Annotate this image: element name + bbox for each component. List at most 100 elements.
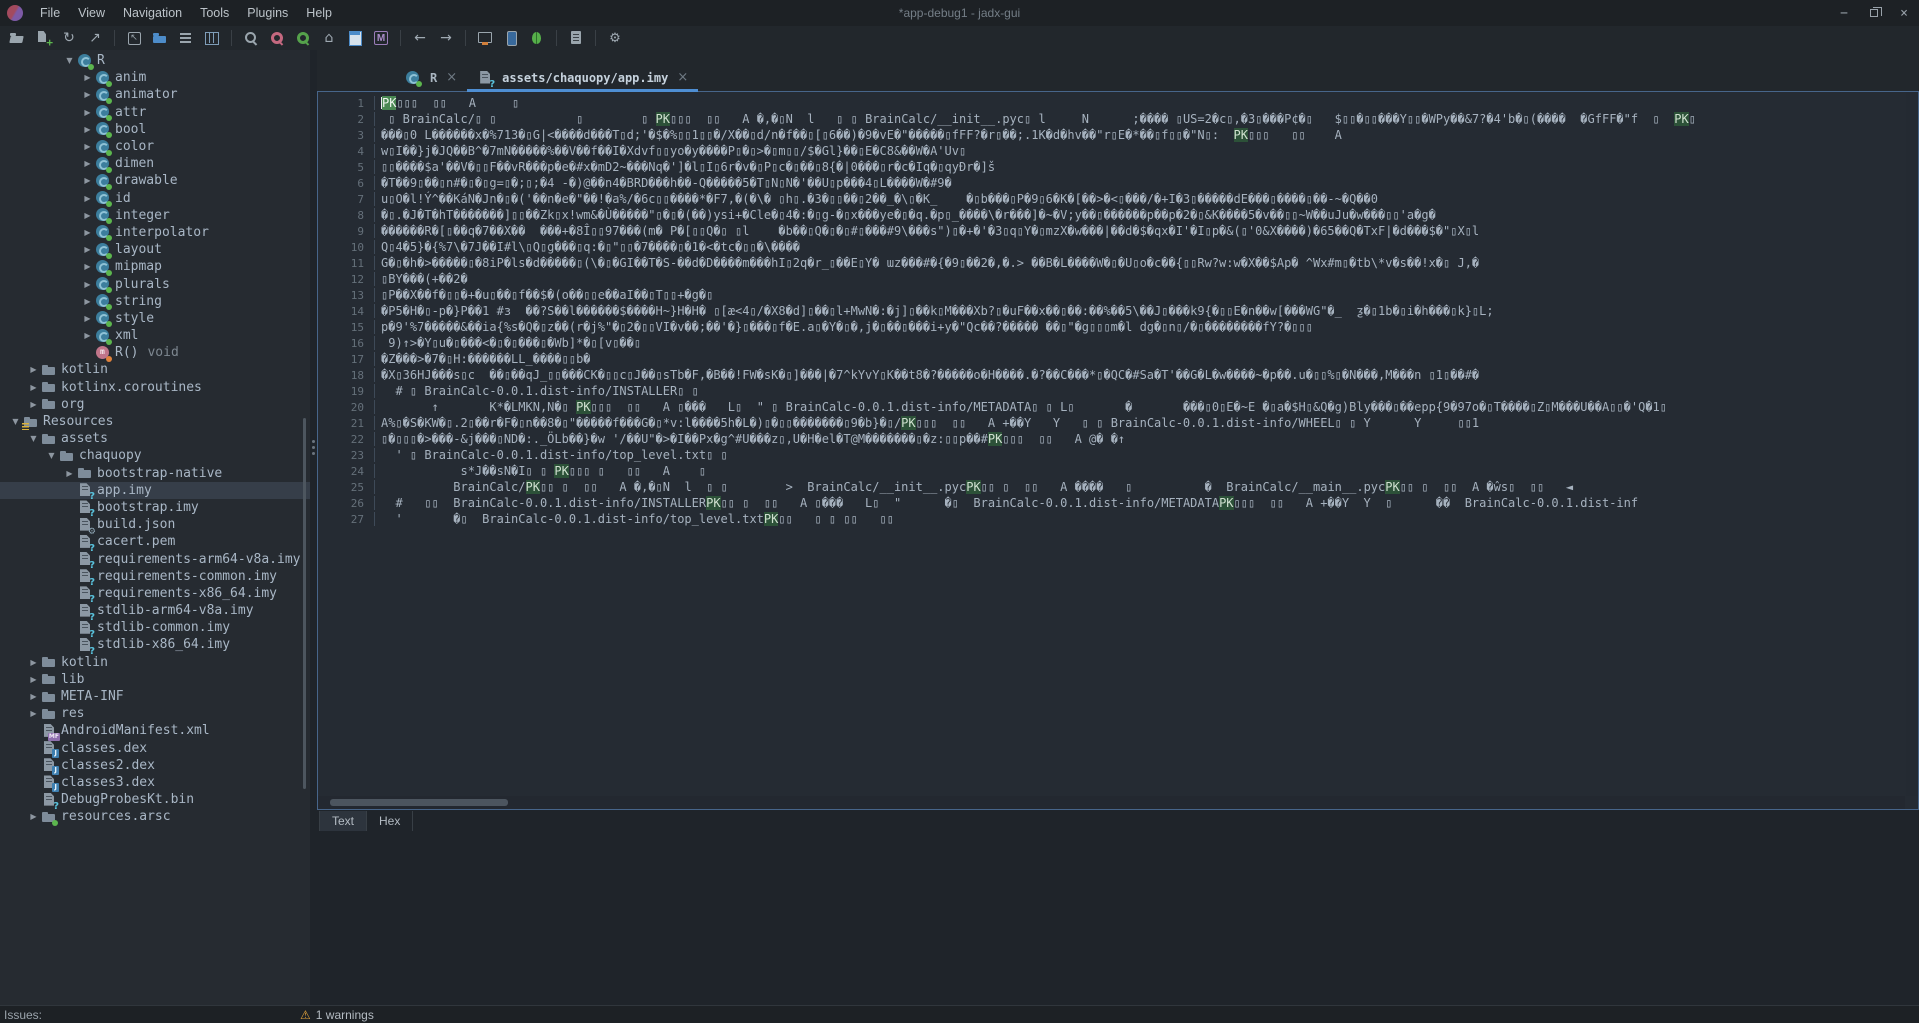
tree-item-app-imy[interactable]: ?app.imy (0, 482, 310, 499)
sync-with-editor-button[interactable] (147, 27, 173, 49)
nav-forward-button[interactable]: → (433, 27, 459, 49)
tree-toggle-icon[interactable]: ▶ (80, 142, 95, 151)
warnings-badge[interactable]: ⚠ 1 warnings (300, 1008, 374, 1022)
tree-item-layout[interactable]: ▶layout (0, 241, 310, 258)
tree-scrollbar-thumb[interactable] (303, 418, 306, 789)
tree-toggle-icon[interactable]: ▶ (80, 297, 95, 306)
tree-toggle-icon[interactable]: ▶ (26, 383, 41, 392)
bookmarks-button[interactable] (342, 27, 368, 49)
tree-toggle-icon[interactable]: ▶ (80, 245, 95, 254)
binary-viewer[interactable]: 1PK▯▯▯ ▯▯ A ▯2 ▯ BrainCalc/▯ ▯ ▯ ▯ PK▯▯▯… (317, 92, 1919, 810)
tree-toggle-icon[interactable]: ▶ (26, 812, 41, 821)
tree-item-resources-arsc[interactable]: ▶resources.arsc (0, 808, 310, 825)
tree-item-color[interactable]: ▶color (0, 138, 310, 155)
code-preview-button[interactable] (199, 27, 225, 49)
tree-item-anim[interactable]: ▶anim (0, 69, 310, 86)
tree-item-kotlinx-coroutines[interactable]: ▶kotlinx.coroutines (0, 379, 310, 396)
device-button[interactable] (498, 27, 524, 49)
tree-item-stdlib-x86-64-imy[interactable]: ?stdlib-x86_64.imy (0, 636, 310, 653)
tree-toggle-icon[interactable]: ▶ (26, 692, 41, 701)
tree-item-animator[interactable]: ▶animator (0, 86, 310, 103)
search-comment-button[interactable] (290, 27, 316, 49)
settings-button[interactable]: ⚙ (602, 27, 628, 49)
tree-item-org[interactable]: ▶org (0, 396, 310, 413)
export-button[interactable]: ↗ (82, 27, 108, 49)
tree-item-style[interactable]: ▶style (0, 310, 310, 327)
tree-item-debugprobeskt-bin[interactable]: ?DebugProbesKt.bin (0, 791, 310, 808)
tree-toggle-icon[interactable]: ▶ (80, 211, 95, 220)
close-icon[interactable]: × (1889, 0, 1919, 26)
tab-assets-chaquopy-app-imy[interactable]: ?assets/chaquopy/app.imy× (467, 64, 698, 91)
tree-item-id[interactable]: ▶id (0, 190, 310, 207)
select-in-tree-button[interactable]: ↖ (121, 27, 147, 49)
tree-toggle-icon[interactable]: ▶ (80, 331, 95, 340)
menu-tools[interactable]: Tools (191, 0, 238, 26)
tree-toggle-icon[interactable]: ▶ (80, 125, 95, 134)
tree-item-requirements-arm64-v8a-imy[interactable]: ?requirements-arm64-v8a.imy (0, 550, 310, 567)
tree-toggle-icon[interactable]: ▼ (62, 56, 77, 65)
reload-button[interactable]: ↻ (56, 27, 82, 49)
tree-item-assets[interactable]: ▼assets (0, 430, 310, 447)
vertical-scrollbar[interactable] (1906, 92, 1918, 796)
tree-item-resources[interactable]: ▼Resources (0, 413, 310, 430)
tree-item-cacert-pem[interactable]: ?cacert.pem (0, 533, 310, 550)
tree-item-classes2-dex[interactable]: Jclasses2.dex (0, 757, 310, 774)
tree-toggle-icon[interactable]: ▶ (80, 90, 95, 99)
nav-back-button[interactable]: ← (407, 27, 433, 49)
text-mode-tab[interactable]: Text (319, 811, 367, 831)
tree-toggle-icon[interactable]: ▶ (80, 280, 95, 289)
tree-toggle-icon[interactable]: ▶ (80, 159, 95, 168)
tree-item-meta-inf[interactable]: ▶META-INF (0, 688, 310, 705)
tab-r[interactable]: R× (395, 64, 467, 91)
close-icon[interactable]: × (446, 70, 457, 85)
search-text-button[interactable] (238, 27, 264, 49)
close-icon[interactable]: × (677, 70, 688, 85)
tree-toggle-icon[interactable]: ▶ (80, 262, 95, 271)
tree-toggle-icon[interactable]: ▼ (8, 417, 23, 426)
tree-item-kotlin[interactable]: ▶kotlin (0, 654, 310, 671)
menu-file[interactable]: File (31, 0, 69, 26)
open-file-button[interactable] (4, 27, 30, 49)
menu-navigation[interactable]: Navigation (114, 0, 191, 26)
tree-item-interpolator[interactable]: ▶interpolator (0, 224, 310, 241)
tree-toggle-icon[interactable]: ▶ (80, 73, 95, 82)
tree-toggle-icon[interactable]: ▶ (80, 176, 95, 185)
tree-toggle-icon[interactable]: ▶ (80, 194, 95, 203)
menu-help[interactable]: Help (297, 0, 341, 26)
log-viewer-button[interactable] (563, 27, 589, 49)
tree-item-xml[interactable]: ▶xml (0, 327, 310, 344)
methods-list-button[interactable]: M (368, 27, 394, 49)
menu-view[interactable]: View (69, 0, 114, 26)
tree-toggle-icon[interactable]: ▼ (44, 451, 59, 460)
tree-item-bool[interactable]: ▶bool (0, 121, 310, 138)
tree-item-stdlib-arm64-v8a-imy[interactable]: ?stdlib-arm64-v8a.imy (0, 602, 310, 619)
tree-toggle-icon[interactable]: ▼ (26, 434, 41, 443)
main-activity-button[interactable]: ⌂ (316, 27, 342, 49)
tree-toggle-icon[interactable]: ▶ (26, 658, 41, 667)
add-files-button[interactable] (30, 27, 56, 49)
tree-item-classes3-dex[interactable]: Jclasses3.dex (0, 774, 310, 791)
tree-item-requirements-common-imy[interactable]: ?requirements-common.imy (0, 568, 310, 585)
tree-item-r[interactable]: ▼R (0, 52, 310, 69)
menu-plugins[interactable]: Plugins (238, 0, 297, 26)
tree-item-build-json[interactable]: ⚙build.json (0, 516, 310, 533)
hex-mode-tab[interactable]: Hex (367, 811, 413, 831)
tree-toggle-icon[interactable]: ▶ (26, 400, 41, 409)
tree-toggle-icon[interactable]: ▶ (26, 709, 41, 718)
minimize-icon[interactable]: − (1829, 0, 1859, 26)
tree-item-stdlib-common-imy[interactable]: ?stdlib-common.imy (0, 619, 310, 636)
scrollbar-thumb[interactable] (330, 799, 508, 806)
tree-item-bootstrap-native[interactable]: ▶bootstrap-native (0, 465, 310, 482)
tree-item-mipmap[interactable]: ▶mipmap (0, 258, 310, 275)
adb-connect-button[interactable] (472, 27, 498, 49)
tree-item-chaquopy[interactable]: ▼chaquopy (0, 447, 310, 464)
tree-toggle-icon[interactable]: ▶ (26, 365, 41, 374)
tree-item-integer[interactable]: ▶integer (0, 207, 310, 224)
horizontal-scrollbar[interactable] (318, 796, 1905, 809)
tree-toggle-icon[interactable]: ▶ (62, 469, 77, 478)
splitter[interactable] (310, 50, 317, 1005)
tree-item-bootstrap-imy[interactable]: ?bootstrap.imy (0, 499, 310, 516)
wrap-lines-button[interactable] (173, 27, 199, 49)
search-class-button[interactable] (264, 27, 290, 49)
tree-item-classes-dex[interactable]: Jclasses.dex (0, 740, 310, 757)
